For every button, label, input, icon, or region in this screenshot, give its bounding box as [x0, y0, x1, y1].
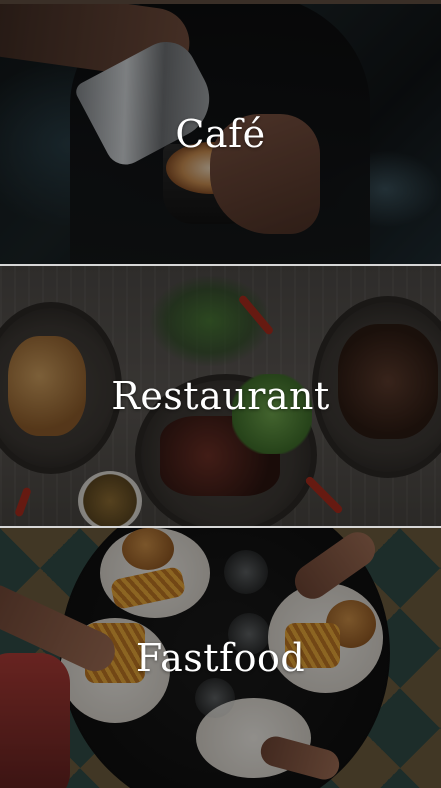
category-label-restaurant: Restaurant [111, 374, 330, 418]
category-tile-cafe[interactable]: Café [0, 4, 441, 266]
category-label-cafe: Café [175, 112, 266, 156]
category-label-fastfood: Fastfood [135, 636, 306, 680]
category-tile-fastfood[interactable]: Fastfood [0, 528, 441, 788]
category-tile-restaurant[interactable]: Restaurant [0, 266, 441, 528]
category-screen: Café Restaurant Fastfood [0, 0, 441, 788]
